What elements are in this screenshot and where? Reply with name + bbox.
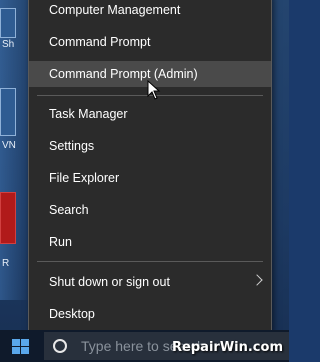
chevron-right-icon (251, 274, 263, 286)
menu-item-label: Command Prompt (Admin) (49, 67, 198, 81)
menu-item-run[interactable]: Run (29, 229, 271, 255)
desktop-shortcut-icon[interactable] (0, 8, 16, 38)
desktop-app-label: R (2, 258, 10, 269)
menu-item-label: Computer Management (49, 3, 181, 17)
menu-item-label: Run (49, 235, 72, 249)
menu-item-label: Command Prompt (49, 35, 151, 49)
menu-separator (37, 261, 263, 262)
menu-item-settings[interactable]: Settings (29, 133, 271, 159)
desktop-vm-label: VN (2, 140, 16, 151)
menu-item-label: Search (49, 203, 89, 217)
desktop-app-icon[interactable] (0, 192, 16, 244)
menu-item-search[interactable]: Search (29, 197, 271, 223)
menu-item-label: File Explorer (49, 171, 120, 185)
desktop-vm-icon[interactable] (0, 88, 16, 136)
menu-item-label: Settings (49, 139, 95, 153)
power-user-menu: Computer Management Command Prompt Comma… (28, 0, 272, 332)
windows-logo-icon[interactable] (12, 339, 30, 355)
menu-item-computer-management[interactable]: Computer Management (29, 0, 271, 23)
menu-item-label: Desktop (49, 307, 95, 321)
menu-item-command-prompt[interactable]: Command Prompt (29, 29, 271, 55)
menu-item-task-manager[interactable]: Task Manager (29, 101, 271, 127)
menu-item-file-explorer[interactable]: File Explorer (29, 165, 271, 191)
menu-item-label: Task Manager (49, 107, 128, 121)
menu-item-label: Shut down or sign out (49, 275, 170, 289)
menu-item-desktop[interactable]: Desktop (29, 301, 271, 327)
mouse-cursor-icon (147, 80, 161, 100)
cortana-circle-icon (53, 339, 67, 353)
menu-item-shut-down[interactable]: Shut down or sign out (29, 269, 271, 295)
watermark: RepairWin.com (172, 340, 283, 355)
desktop-shortcut-label: Sh (2, 39, 15, 50)
